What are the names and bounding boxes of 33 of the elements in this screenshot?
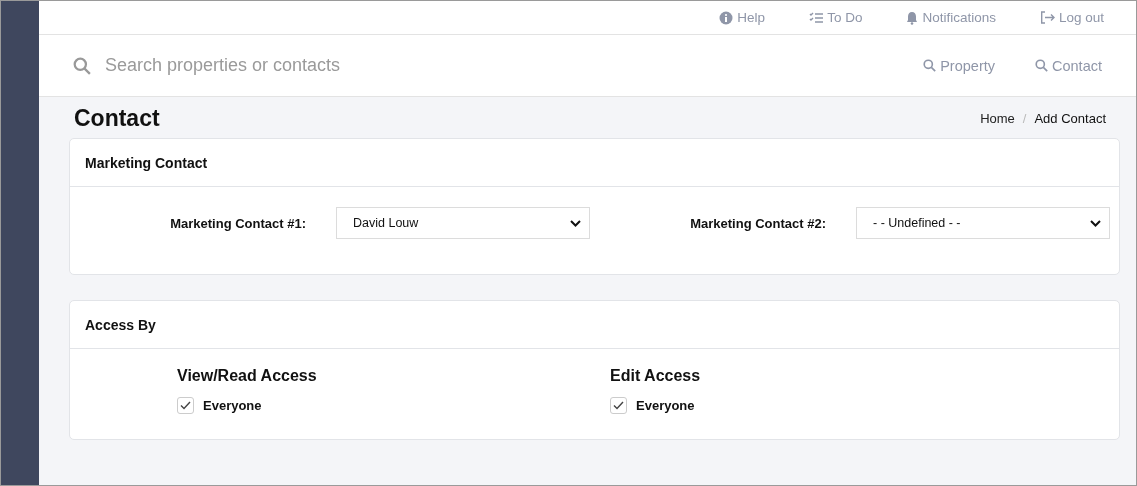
- field-label: Marketing Contact #2:: [690, 215, 826, 231]
- group-title: Edit Access: [610, 367, 702, 385]
- page-title: Contact: [74, 105, 160, 132]
- top-link[interactable]: Notifications: [906, 10, 996, 25]
- chevron-icon: [570, 219, 581, 227]
- checkbox-label: Everyone: [203, 398, 262, 413]
- info-icon: [719, 10, 734, 25]
- search-icon: [923, 59, 937, 72]
- search-icon: [73, 56, 91, 75]
- checklist-icon: [809, 11, 824, 24]
- checkbox[interactable]: [177, 397, 194, 414]
- checkbox-label: Everyone: [636, 398, 695, 413]
- field-label: Marketing Contact #1:: [170, 215, 306, 231]
- search-icon: [1035, 59, 1048, 72]
- search-link[interactable]: Contact: [1035, 57, 1102, 74]
- logout-icon: [1039, 11, 1055, 24]
- dropdown[interactable]: David Louw: [336, 207, 590, 239]
- bell-icon: [906, 10, 919, 25]
- checkmark-icon: [613, 401, 624, 410]
- top-link[interactable]: Help: [719, 10, 766, 25]
- checkmark-icon: [180, 401, 191, 410]
- top-link[interactable]: To Do: [809, 10, 863, 25]
- chevron-icon: [1090, 219, 1101, 227]
- card-title: Access By: [70, 301, 1119, 349]
- top-link[interactable]: Log out: [1039, 10, 1104, 25]
- breadcrumb-current: Add Contact: [1034, 111, 1106, 126]
- breadcrumb-link[interactable]: Home: [980, 111, 1015, 126]
- card-title: Marketing Contact: [70, 139, 1119, 187]
- search-link[interactable]: Property: [923, 57, 995, 74]
- group-title: View/Read Access: [177, 367, 318, 385]
- dropdown[interactable]: - - Undefined - -: [856, 207, 1110, 239]
- checkbox[interactable]: [610, 397, 627, 414]
- breadcrumb-separator: /: [1022, 111, 1027, 126]
